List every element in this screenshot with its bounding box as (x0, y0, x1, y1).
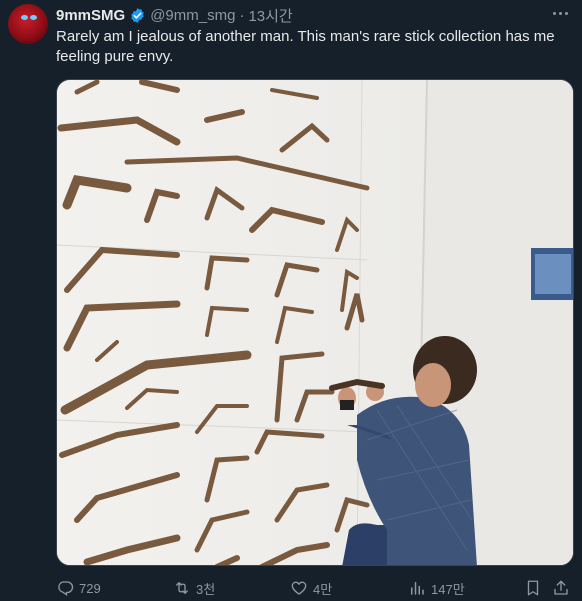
more-dot (558, 11, 562, 15)
more-dot (564, 11, 568, 15)
bookmark-button[interactable] (524, 578, 542, 598)
reply-icon (58, 581, 74, 597)
retweet-icon (176, 582, 188, 594)
retweet-count: 3천 (196, 581, 216, 597)
heart-icon (291, 581, 307, 595)
share-icon (554, 580, 568, 595)
more-dots-icon[interactable] (550, 6, 570, 20)
views-count: 147만 (431, 581, 465, 597)
photo-stick-collection (57, 80, 573, 565)
reply-count: 729 (79, 580, 101, 596)
reply-button[interactable]: 729 (56, 578, 101, 598)
bookmark-icon (527, 580, 539, 596)
tweet-photo[interactable] (56, 79, 574, 566)
separator-dot: · (239, 6, 245, 24)
avatar-eye-left (21, 15, 28, 20)
retweet-button[interactable]: 3천 (173, 578, 215, 598)
like-button[interactable]: 4만 (290, 578, 332, 598)
tweet-actions: 729 3천 4만 147만 (56, 578, 574, 598)
display-name[interactable]: 9mmSMG (56, 7, 125, 24)
views-chart-icon (411, 582, 424, 595)
share-button[interactable] (552, 578, 570, 598)
user-handle[interactable]: @9mm_smg (150, 7, 235, 24)
avatar[interactable] (8, 4, 48, 44)
verified-badge-icon (131, 7, 144, 23)
more-dot (552, 11, 556, 15)
tweet-header: 9mmSMG @9mm_smg · 13시간 (56, 5, 293, 25)
timestamp[interactable]: 13시간 (248, 5, 292, 26)
tweet-text: Rarely am I jealous of another man. This… (56, 28, 555, 65)
tweet[interactable]: 9mmSMG @9mm_smg · 13시간 Rarely am I jealo… (0, 0, 582, 601)
like-count: 4만 (313, 581, 333, 597)
views-button[interactable]: 147만 (408, 578, 465, 598)
avatar-eye-right (30, 15, 37, 20)
